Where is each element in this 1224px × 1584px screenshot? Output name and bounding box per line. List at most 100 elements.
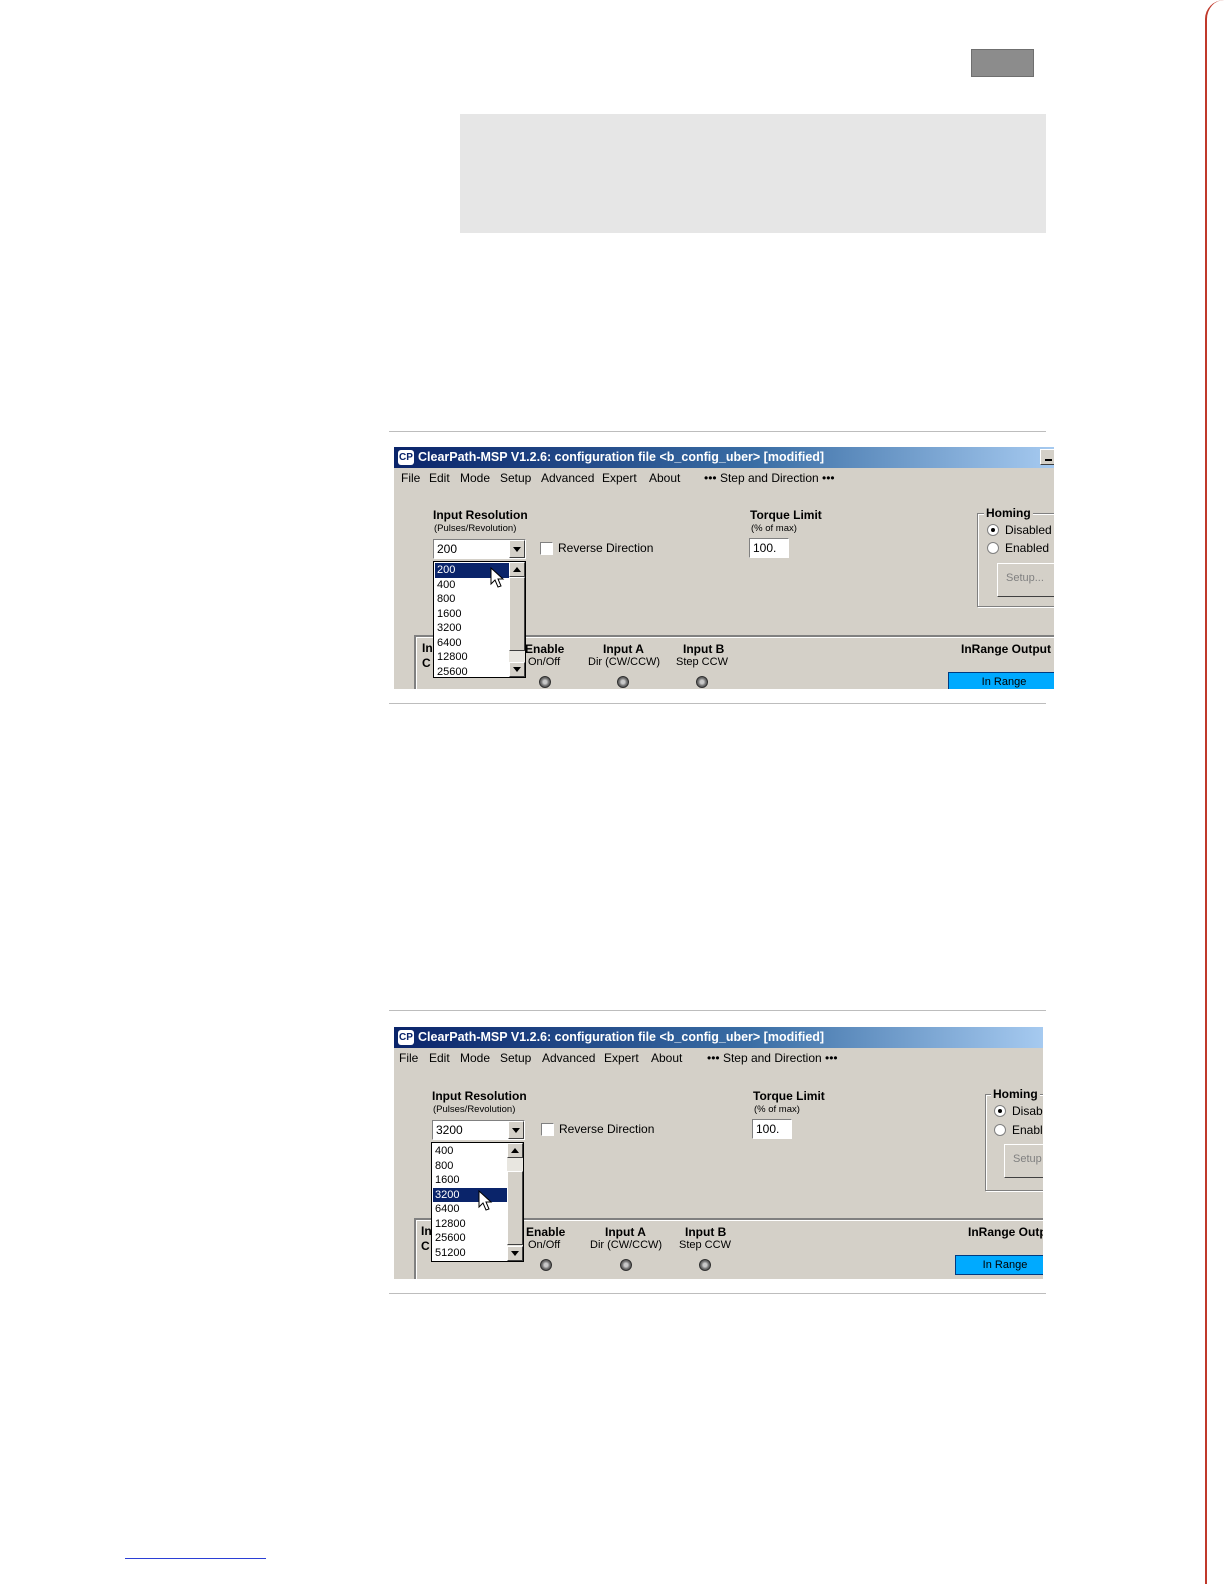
figure-bottom-rule	[389, 1293, 1046, 1294]
dropdown-option[interactable]: 6400	[433, 1202, 509, 1217]
figure-bottom-rule	[389, 703, 1046, 704]
chevron-down-icon	[513, 547, 521, 552]
menu-mode[interactable]: Mode	[460, 471, 490, 485]
mode-indicator: ••• Step and Direction •••	[707, 1051, 838, 1065]
app-window-1: CP ClearPath-MSP V1.2.6: configuration f…	[394, 447, 1054, 689]
menu-expert[interactable]: Expert	[604, 1051, 639, 1065]
figure-top-rule	[389, 431, 1046, 432]
homing-disabled-radio[interactable]	[987, 524, 999, 536]
enable-led-icon	[539, 676, 551, 688]
homing-disabled-label: Disabl	[1012, 1104, 1043, 1118]
combo-dropdown-button[interactable]	[509, 540, 525, 558]
title-bar: CP ClearPath-MSP V1.2.6: configuration f…	[394, 447, 1054, 468]
homing-setup-button[interactable]: Setup	[1004, 1144, 1043, 1178]
dropdown-option[interactable]: 3200	[435, 621, 511, 636]
scroll-thumb[interactable]	[507, 1171, 523, 1245]
dropdown-scrollbar[interactable]	[507, 1143, 523, 1261]
input-b-label: Input B	[683, 642, 725, 656]
dropdown-option[interactable]: 6400	[435, 636, 511, 651]
dropdown-option[interactable]: 12800	[433, 1217, 509, 1232]
inrange-indicator[interactable]: In Range	[948, 672, 1054, 689]
menu-bar: File Edit Mode Setup Advanced Expert Abo…	[394, 469, 1054, 489]
menu-advanced[interactable]: Advanced	[541, 471, 594, 485]
input-a-led-icon	[620, 1259, 632, 1271]
dropdown-option[interactable]: 800	[433, 1159, 509, 1174]
menu-edit[interactable]: Edit	[429, 1051, 450, 1065]
input-resolution-value: 200	[437, 542, 458, 556]
chevron-down-icon	[511, 1251, 519, 1256]
dropdown-option[interactable]: 12800	[435, 650, 511, 665]
menu-setup[interactable]: Setup	[500, 1051, 531, 1065]
menu-mode[interactable]: Mode	[460, 1051, 490, 1065]
enable-sublabel: On/Off	[528, 656, 561, 668]
torque-limit-label: Torque Limit	[753, 1089, 825, 1103]
input-resolution-label: Input Resolution	[432, 1089, 527, 1103]
menu-advanced[interactable]: Advanced	[542, 1051, 595, 1065]
input-a-label: Input A	[605, 1225, 646, 1239]
input-a-label: Input A	[603, 642, 644, 656]
mouse-cursor-icon	[490, 567, 505, 588]
menu-setup[interactable]: Setup	[500, 471, 531, 485]
input-resolution-combo[interactable]: 200	[433, 539, 526, 559]
menu-expert[interactable]: Expert	[602, 471, 637, 485]
torque-limit-input[interactable]: 100.	[752, 1119, 792, 1139]
dropdown-option[interactable]: 400	[433, 1144, 509, 1159]
input-resolution-combo[interactable]: 3200	[432, 1120, 525, 1140]
scroll-up-button[interactable]	[507, 1143, 523, 1158]
dropdown-scrollbar[interactable]	[509, 562, 525, 677]
page-number-marker	[971, 49, 1034, 77]
page-edge-decoration	[1205, 0, 1224, 1584]
combo-dropdown-button[interactable]	[508, 1121, 524, 1139]
clearpath-logo-icon: CP	[398, 1030, 414, 1045]
dropdown-option[interactable]: 1600	[433, 1173, 509, 1188]
menu-file[interactable]: File	[401, 471, 420, 485]
chevron-up-icon	[513, 567, 521, 572]
input-resolution-sublabel: (Pulses/Revolution)	[433, 1104, 516, 1115]
input-a-sublabel: Dir (CW/CCW)	[588, 656, 661, 668]
input-resolution-sublabel: (Pulses/Revolution)	[434, 523, 517, 534]
menu-bar: File Edit Mode Setup Advanced Expert Abo…	[394, 1049, 1043, 1069]
panel-left-label: In	[422, 641, 433, 655]
dropdown-option[interactable]: 51200	[433, 1246, 509, 1261]
input-b-sublabel: Step CCW	[676, 656, 728, 668]
enable-sublabel: On/Off	[528, 1239, 561, 1251]
dropdown-option[interactable]: 25600	[433, 1231, 509, 1246]
homing-setup-button[interactable]: Setup...	[997, 563, 1054, 597]
homing-enabled-radio[interactable]	[994, 1124, 1006, 1136]
inrange-indicator[interactable]: In Range	[955, 1255, 1043, 1275]
dropdown-option[interactable]: 25600	[435, 665, 511, 678]
menu-about[interactable]: About	[651, 1051, 682, 1065]
torque-limit-sublabel: (% of max)	[751, 523, 797, 534]
inrange-output-label: InRange Output	[961, 642, 1051, 656]
clearpath-logo-icon: CP	[398, 450, 414, 465]
figure-top-rule	[389, 1010, 1046, 1011]
menu-file[interactable]: File	[399, 1051, 418, 1065]
enable-label: Enable	[526, 1225, 566, 1239]
menu-edit[interactable]: Edit	[429, 471, 450, 485]
minimize-icon	[1045, 459, 1052, 461]
torque-limit-input[interactable]: 100.	[749, 538, 789, 558]
footer-link-underline	[125, 1558, 266, 1559]
dropdown-option[interactable]: 3200	[433, 1187, 509, 1202]
homing-disabled-radio[interactable]	[994, 1105, 1006, 1117]
scroll-down-button[interactable]	[507, 1246, 523, 1261]
scroll-thumb[interactable]	[509, 577, 525, 651]
reverse-direction-checkbox[interactable]	[541, 1123, 554, 1136]
torque-limit-sublabel: (% of max)	[754, 1104, 800, 1115]
enable-led-icon	[540, 1259, 552, 1271]
scroll-down-button[interactable]	[509, 662, 525, 677]
input-b-sublabel: Step CCW	[679, 1239, 731, 1251]
dropdown-option[interactable]: 1600	[435, 607, 511, 622]
homing-label: Homing	[991, 1087, 1040, 1101]
window-title: ClearPath-MSP V1.2.6: configuration file…	[418, 450, 825, 464]
dropdown-option[interactable]: 800	[435, 592, 511, 607]
panel-left-label: C	[422, 656, 431, 670]
scroll-up-button[interactable]	[509, 562, 525, 577]
reverse-direction-label: Reverse Direction	[558, 541, 654, 555]
reverse-direction-checkbox[interactable]	[540, 542, 553, 555]
inrange-output-label: InRange Outp	[968, 1225, 1043, 1239]
minimize-button[interactable]	[1040, 449, 1054, 465]
homing-enabled-radio[interactable]	[987, 542, 999, 554]
menu-about[interactable]: About	[649, 471, 680, 485]
chevron-down-icon	[513, 667, 521, 672]
